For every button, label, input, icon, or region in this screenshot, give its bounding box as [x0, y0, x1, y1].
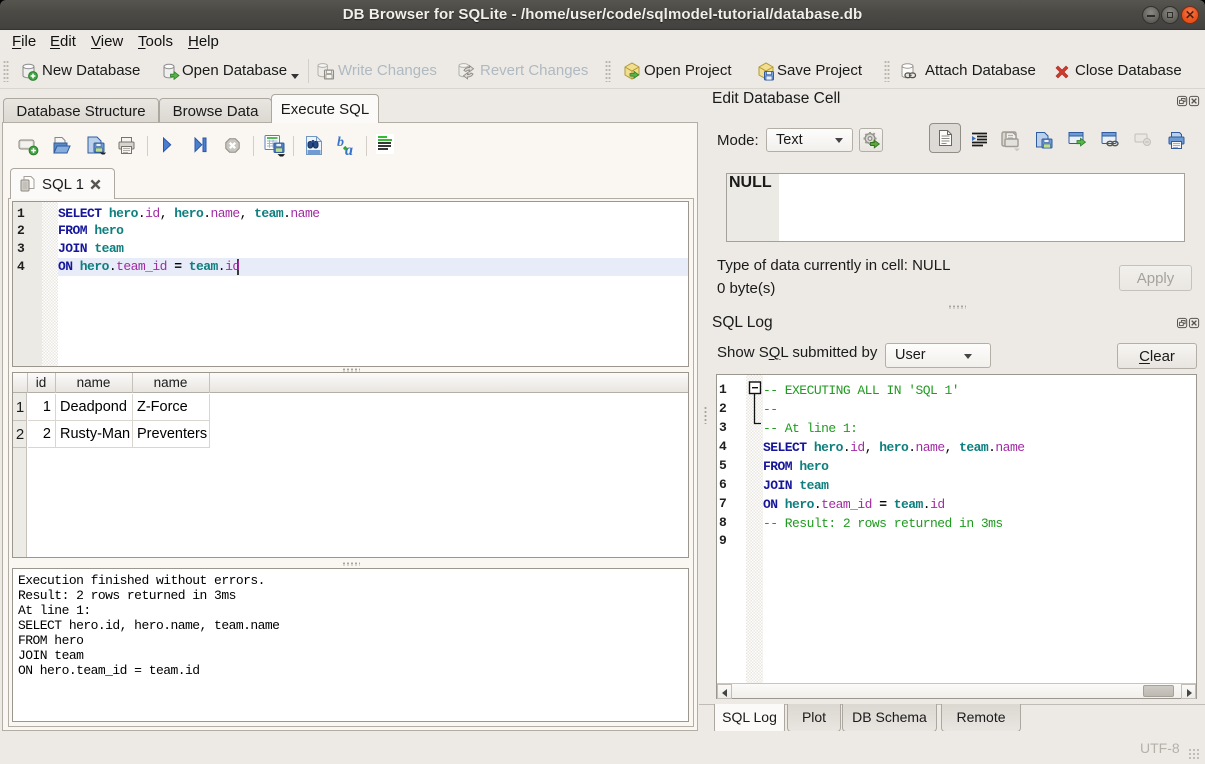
- svg-text:b: b: [337, 135, 344, 150]
